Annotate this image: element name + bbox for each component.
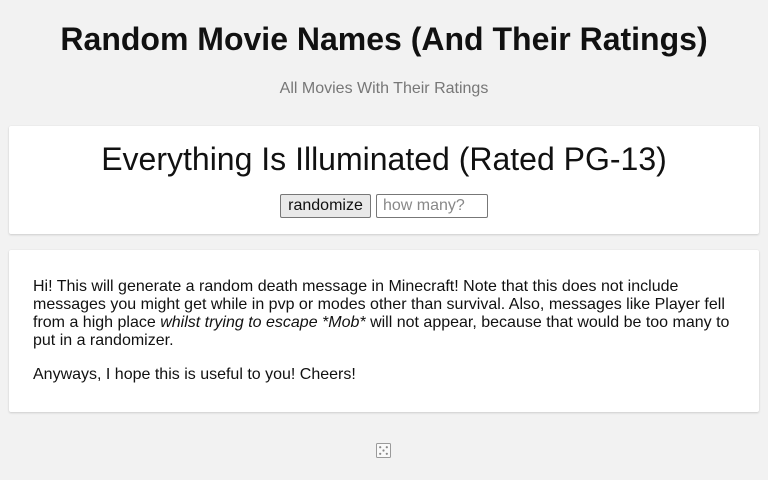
random-result: Everything Is Illuminated (Rated PG-13) <box>101 141 667 177</box>
info-paragraph-intro: Hi! This will generate a random death me… <box>33 278 738 350</box>
dice-icon[interactable] <box>376 443 391 458</box>
randomize-button[interactable]: randomize <box>280 194 371 218</box>
page-title: Random Movie Names (And Their Ratings) <box>60 21 708 57</box>
page-subtitle: All Movies With Their Ratings <box>279 80 489 97</box>
how-many-input[interactable] <box>376 194 488 218</box>
info-italic-text: whilst trying to escape *Mob* <box>160 314 366 331</box>
info-paragraph-closing: Anyways, I hope this is useful to you! C… <box>33 366 356 383</box>
